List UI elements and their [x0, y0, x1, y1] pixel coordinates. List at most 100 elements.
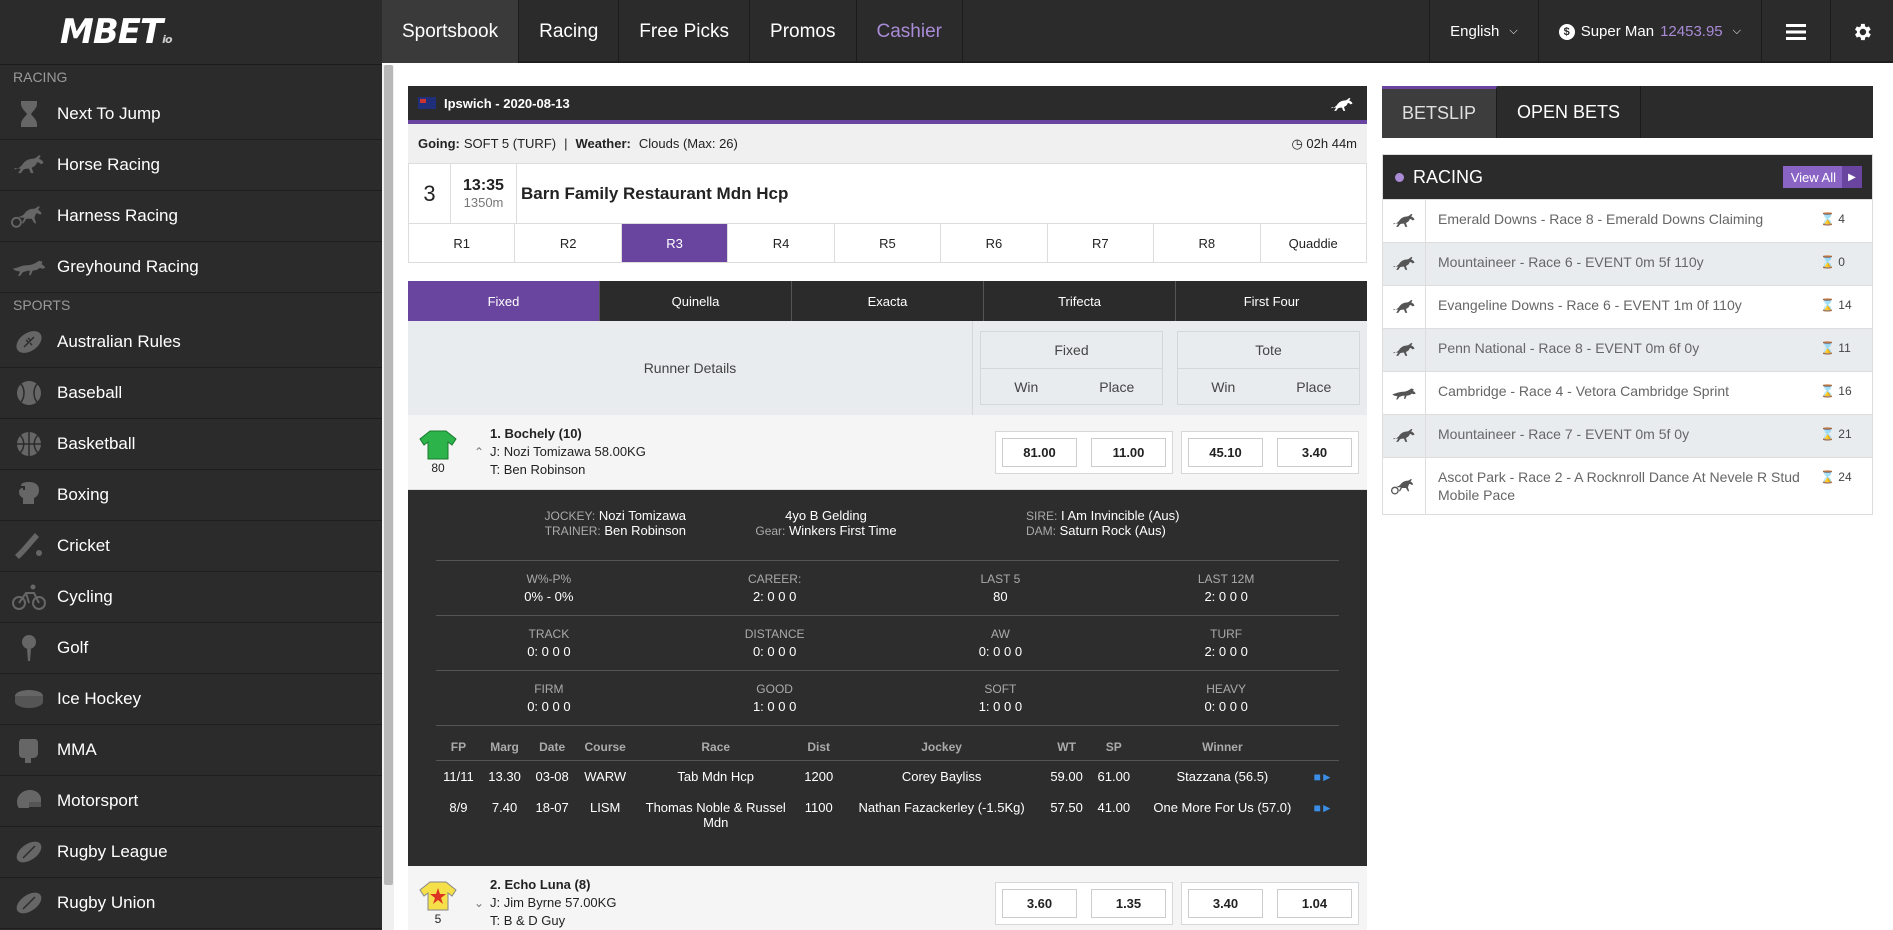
race-tab-r1[interactable]: R1 [409, 224, 516, 262]
horse-icon [1383, 415, 1426, 457]
runner-info: 2. Echo Luna (8) J: Jim Byrne 57.00KG T:… [490, 876, 995, 930]
tote-place-header: Place [1296, 379, 1332, 395]
football-icon [0, 327, 57, 357]
sidebar-item-next-to-jump[interactable]: Next To Jump [0, 89, 382, 140]
next-race-time: ⌛ 11 [1820, 329, 1872, 371]
tote-place-odds-button[interactable]: 3.40 [1277, 437, 1352, 467]
stat-label: W%-P% [526, 572, 572, 586]
bet-type-tabs: Fixed Quinella Exacta Trifecta First Four [408, 281, 1367, 321]
user-name: Super Man [1580, 23, 1655, 40]
sidebar-item-baseball[interactable]: Baseball [0, 368, 382, 419]
race-tab-r5[interactable]: R5 [835, 224, 942, 262]
sidebar-item-harness-racing[interactable]: Harness Racing [0, 191, 382, 242]
video-replay-button[interactable]: ■► [1307, 761, 1339, 793]
race-name: Barn Family Restaurant Mdn Hcp [521, 183, 789, 203]
bet-type-fixed[interactable]: Fixed [408, 281, 600, 321]
sidebar-item-mma[interactable]: MMA [0, 725, 382, 776]
bet-type-exacta[interactable]: Exacta [792, 281, 984, 321]
next-race-item[interactable]: Ascot Park - Race 2 - A Rocknroll Dance … [1383, 457, 1872, 514]
form-cell: WARW [584, 769, 627, 784]
sidebar-item-basketball[interactable]: Basketball [0, 419, 382, 470]
rugby-union-icon [0, 888, 57, 918]
sidebar-item-boxing[interactable]: Boxing [0, 470, 382, 521]
sidebar-item-greyhound-racing[interactable]: Greyhound Racing [0, 242, 382, 293]
sidebar-scrollbar-thumb[interactable] [384, 65, 393, 885]
tote-odds: 3.40 1.04 [1181, 881, 1359, 925]
tab-betslip[interactable]: BETSLIP [1382, 86, 1498, 138]
language-select[interactable]: English ⌵ [1429, 0, 1538, 63]
bet-type-quinella[interactable]: Quinella [600, 281, 792, 321]
race-tab-r7[interactable]: R7 [1048, 224, 1155, 262]
countdown: ◷ 02h 44m [1291, 136, 1357, 152]
next-race-item[interactable]: Penn National - Race 8 - EVENT 0m 6f 0y ⌛… [1383, 328, 1872, 371]
form-header-race: Race [634, 734, 798, 761]
form-cell: Thomas Noble & Russel Mdn [645, 800, 786, 830]
sidebar-item-golf[interactable]: Golf [0, 623, 382, 674]
form-cell: Nathan Fazackerley (-1.5Kg) [858, 800, 1025, 815]
race-tab-r3[interactable]: R3 [621, 224, 729, 262]
next-race-item[interactable]: Evangeline Downs - Race 6 - EVENT 1m 0f … [1383, 285, 1872, 328]
runner-row[interactable]: 5 ⌄ 2. Echo Luna (8) J: Jim Byrne 57.00K… [408, 866, 1367, 930]
form-header-sp: SP [1090, 734, 1138, 761]
runner-detail-summary: JOCKEY: Nozi Tomizawa TRAINER: Ben Robin… [436, 508, 1339, 560]
fixed-win-odds-button[interactable]: 81.00 [1002, 437, 1077, 467]
fixed-place-odds-button[interactable]: 1.35 [1091, 888, 1166, 918]
clock-icon: ◷ [1291, 135, 1303, 151]
sidebar-item-motorsport[interactable]: Motorsport [0, 776, 382, 827]
next-race-name: Evangeline Downs - Race 6 - EVENT 1m 0f … [1438, 297, 1742, 313]
tote-place-odds-button[interactable]: 1.04 [1277, 888, 1352, 918]
race-tab-r8[interactable]: R8 [1154, 224, 1261, 262]
tab-open-bets[interactable]: OPEN BETS [1497, 86, 1642, 138]
account-menu[interactable]: $ Super Man 12453.95 ⌵ [1537, 0, 1761, 63]
fixed-title: Fixed [981, 332, 1162, 369]
race-tab-r4[interactable]: R4 [728, 224, 835, 262]
next-race-item[interactable]: Cambridge - Race 4 - Vetora Cambridge Sp… [1383, 371, 1872, 414]
next-race-time: ⌛ 16 [1820, 372, 1872, 414]
next-race-item[interactable]: Emerald Downs - Race 8 - Emerald Downs C… [1383, 199, 1872, 242]
sidebar-item-horse-racing[interactable]: Horse Racing [0, 140, 382, 191]
runner-jockey: J: Jim Byrne 57.00KG [490, 895, 617, 910]
tote-win-odds-button[interactable]: 3.40 [1188, 888, 1263, 918]
form-cell: 7.40 [491, 800, 518, 815]
next-race-item[interactable]: Mountaineer - Race 7 - EVENT 0m 5f 0y ⌛ 2… [1383, 414, 1872, 457]
fixed-win-odds-button[interactable]: 3.60 [1002, 888, 1077, 918]
menu-button[interactable] [1761, 0, 1830, 63]
runner-header: Runner Details Fixed Win Place Tote Win Pl… [408, 321, 1367, 415]
next-race-name: Mountaineer - Race 7 - EVENT 0m 5f 0y [1438, 426, 1690, 442]
bet-type-first-four[interactable]: First Four [1176, 281, 1367, 321]
view-all-button[interactable]: View All ▶ [1782, 166, 1862, 188]
tote-win-odds-button[interactable]: 45.10 [1188, 437, 1263, 467]
sidebar-item-cricket[interactable]: Cricket [0, 521, 382, 572]
race-tab-r6[interactable]: R6 [941, 224, 1048, 262]
stat-track: TRACK 0: 0 0 0 [436, 616, 662, 670]
collapse-icon[interactable]: ⌃ [468, 445, 490, 459]
video-replay-button[interactable]: ■► [1307, 792, 1339, 838]
race-header: Ipswich - 2020-08-13 [408, 86, 1367, 124]
next-races-box: RACING View All ▶ Emerald Downs - Race 8… [1382, 154, 1873, 515]
runner-row[interactable]: 80 ⌃ 1. Bochely (10) J: Nozi Tomizawa 58… [408, 415, 1367, 490]
runner-rating: 80 [431, 461, 445, 475]
race-time-block: 13:35 1350m [451, 164, 517, 223]
nav-promos[interactable]: Promos [750, 0, 857, 63]
bet-type-trifecta[interactable]: Trifecta [984, 281, 1176, 321]
sidebar-item-rugby-league[interactable]: Rugby League [0, 827, 382, 878]
app-root: MBETio RACING Next To Jump Horse Racing Ha… [0, 0, 1893, 930]
sidebar-item-ice-hockey[interactable]: Ice Hockey [0, 674, 382, 725]
sidebar-item-rugby-union[interactable]: Rugby Union [0, 878, 382, 929]
sidebar-item-australian-rules[interactable]: Australian Rules [0, 317, 382, 368]
nav-sportsbook[interactable]: Sportsbook [382, 0, 520, 63]
detail-jockey: Nozi Tomizawa [598, 508, 686, 523]
horse-icon [1383, 329, 1426, 371]
nav-racing[interactable]: Racing [519, 0, 620, 63]
expand-icon[interactable]: ⌄ [468, 896, 490, 910]
race-tab-r2[interactable]: R2 [515, 224, 622, 262]
sidebar-item-cycling[interactable]: Cycling [0, 572, 382, 623]
next-race-minutes: 4 [1838, 212, 1845, 226]
settings-button[interactable] [1830, 0, 1893, 63]
fixed-place-odds-button[interactable]: 11.00 [1091, 437, 1166, 467]
nav-free-picks[interactable]: Free Picks [619, 0, 751, 63]
race-tab-quaddie[interactable]: Quaddie [1261, 224, 1366, 262]
logo[interactable]: MBETio [0, 0, 382, 65]
nav-cashier[interactable]: Cashier [857, 0, 963, 63]
next-race-item[interactable]: Mountaineer - Race 6 - EVENT 0m 5f 110y ⌛… [1383, 242, 1872, 285]
